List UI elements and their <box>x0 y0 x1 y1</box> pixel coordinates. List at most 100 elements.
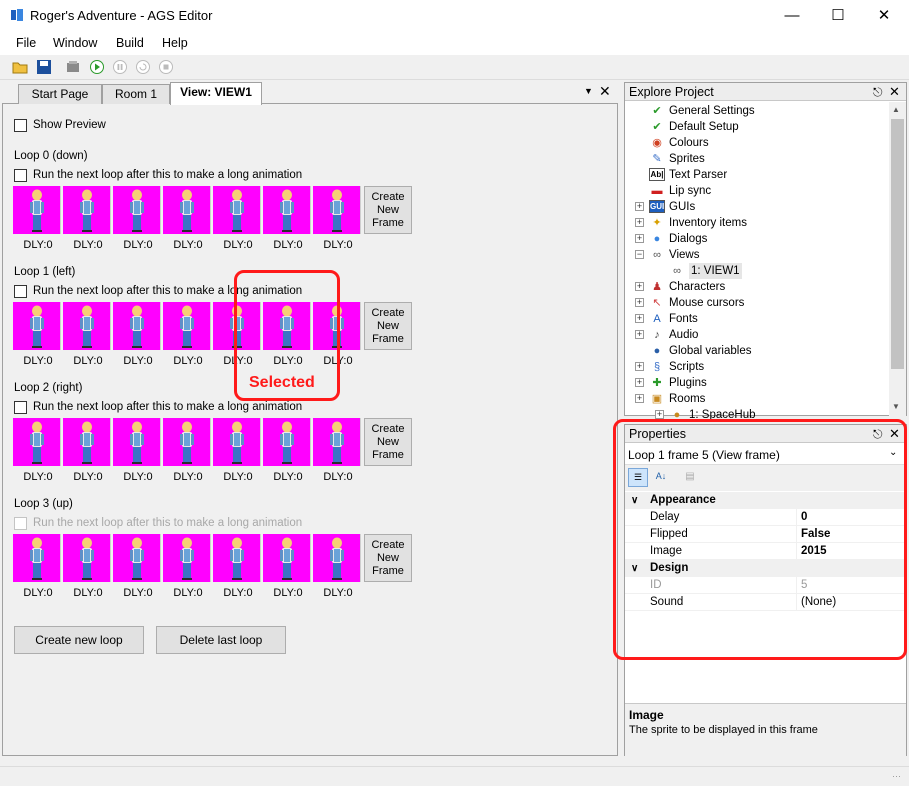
pause-icon <box>113 60 127 74</box>
tree-item[interactable]: + ♪ Audio <box>625 327 890 343</box>
run-icon[interactable] <box>88 58 106 76</box>
show-preview-checkbox[interactable] <box>14 119 27 132</box>
frame-sprite[interactable] <box>263 186 311 234</box>
tab-start-page[interactable]: Start Page <box>18 84 102 104</box>
tree-item[interactable]: + ✦ Inventory items <box>625 215 890 231</box>
frame-delay-label: DLY:0 <box>73 355 103 367</box>
tree-item[interactable]: + ● Dialogs <box>625 231 890 247</box>
frame-sprite[interactable] <box>163 302 211 350</box>
tree-item[interactable]: Ab| Text Parser <box>625 167 890 183</box>
help-text: The sprite to be displayed in this frame <box>629 724 818 736</box>
frame-sprite[interactable] <box>113 534 161 582</box>
tree-item[interactable]: ◉ Colours <box>625 135 890 151</box>
frame-sprite[interactable] <box>313 534 361 582</box>
frame-delay-label: DLY:0 <box>123 355 153 367</box>
create-new-frame-button[interactable]: Create New Frame <box>364 418 412 466</box>
run-next-loop-checkbox[interactable] <box>14 169 27 182</box>
tree-item[interactable]: + § Scripts <box>625 359 890 375</box>
open-folder-icon[interactable] <box>11 58 29 76</box>
create-new-loop-button[interactable]: Create new loop <box>14 626 144 654</box>
create-new-frame-button[interactable]: Create New Frame <box>364 534 412 582</box>
resize-grip-icon[interactable]: ⋯ <box>892 771 901 782</box>
expand-icon[interactable]: + <box>635 234 644 243</box>
check-icon: ✔ <box>652 121 662 133</box>
create-new-frame-button[interactable]: Create New Frame <box>364 186 412 234</box>
collapse-icon[interactable]: − <box>635 250 644 259</box>
create-new-frame-label: Create <box>371 191 405 203</box>
frame-sprite[interactable] <box>313 186 361 234</box>
explore-scrollbar[interactable]: ▲ ▼ <box>889 102 906 416</box>
frame-sprite[interactable] <box>63 302 111 350</box>
frame-sprite[interactable] <box>163 418 211 466</box>
expand-icon[interactable]: + <box>635 362 644 371</box>
menu-window[interactable]: Window <box>53 36 97 50</box>
menu-bar: File Window Build Help <box>0 31 909 55</box>
frame-sprite[interactable] <box>163 186 211 234</box>
tree-item[interactable]: ● Global variables <box>625 343 890 359</box>
frame-sprite[interactable] <box>263 534 311 582</box>
frame-sprite[interactable] <box>113 302 161 350</box>
tree-item[interactable]: − ∞ Views <box>625 247 890 263</box>
expand-icon[interactable]: + <box>655 410 664 419</box>
close-window-button[interactable]: ✕ <box>861 0 907 31</box>
frame-sprite[interactable] <box>263 418 311 466</box>
tree-item[interactable]: + A Fonts <box>625 311 890 327</box>
frame-sprite[interactable] <box>213 186 261 234</box>
frame-sprite[interactable] <box>13 534 61 582</box>
frame-sprite[interactable] <box>163 534 211 582</box>
create-new-frame-button[interactable]: Create New Frame <box>364 302 412 350</box>
frame-sprite[interactable] <box>13 186 61 234</box>
tab-room-1[interactable]: Room 1 <box>102 84 170 104</box>
menu-build[interactable]: Build <box>116 36 144 50</box>
tree-item-label: Scripts <box>669 361 705 373</box>
save-icon[interactable] <box>35 58 53 76</box>
tree-item[interactable]: + ✚ Plugins <box>625 375 890 391</box>
scroll-down-icon[interactable]: ▼ <box>892 402 900 411</box>
tree-item[interactable]: ✔ Default Setup <box>625 119 890 135</box>
expand-icon[interactable]: + <box>635 282 644 291</box>
run-next-loop-checkbox[interactable] <box>14 401 27 414</box>
frame-sprite[interactable] <box>63 186 111 234</box>
tree-item[interactable]: + GUI GUIs <box>625 199 890 215</box>
close-tab-icon[interactable]: ✕ <box>599 83 611 100</box>
expand-icon[interactable]: + <box>635 330 644 339</box>
frame-sprite[interactable] <box>113 418 161 466</box>
menu-file[interactable]: File <box>16 36 36 50</box>
tree-item[interactable]: ∞ 1: VIEW1 <box>625 263 890 279</box>
scroll-thumb[interactable] <box>891 119 904 369</box>
maximize-button[interactable]: ☐ <box>815 0 861 31</box>
tree-item[interactable]: ✔ General Settings <box>625 103 890 119</box>
expand-icon[interactable]: + <box>635 314 644 323</box>
frame-sprite[interactable] <box>213 534 261 582</box>
frame-sprite[interactable] <box>13 302 61 350</box>
build-icon[interactable] <box>64 58 82 76</box>
tree-item[interactable]: + ♟ Characters <box>625 279 890 295</box>
frame-sprite[interactable] <box>113 186 161 234</box>
close-explore-icon[interactable]: ✕ <box>889 83 900 101</box>
tab-list-icon[interactable]: ▼ <box>584 86 593 96</box>
expand-icon[interactable]: + <box>635 298 644 307</box>
run-next-loop-checkbox[interactable] <box>14 285 27 298</box>
expand-icon[interactable]: + <box>635 218 644 227</box>
tree-item[interactable]: + ▣ Rooms <box>625 391 890 407</box>
expand-icon[interactable]: + <box>635 202 644 211</box>
frame-sprite[interactable] <box>313 418 361 466</box>
frame-sprite[interactable] <box>63 418 111 466</box>
expand-icon[interactable]: + <box>635 394 644 403</box>
frame-sprite[interactable] <box>213 418 261 466</box>
frame-sprite[interactable] <box>13 418 61 466</box>
app-icon <box>11 9 23 21</box>
delete-last-loop-button[interactable]: Delete last loop <box>156 626 286 654</box>
expand-icon[interactable]: + <box>635 378 644 387</box>
minimize-button[interactable]: — <box>769 0 815 31</box>
frame-delay-label: DLY:0 <box>223 239 253 251</box>
tree-item[interactable]: ▬ Lip sync <box>625 183 890 199</box>
tree-item[interactable]: ✎ Sprites <box>625 151 890 167</box>
tree-item[interactable]: + ↖ Mouse cursors <box>625 295 890 311</box>
menu-help[interactable]: Help <box>162 36 188 50</box>
frame-delay-label: DLY:0 <box>273 239 303 251</box>
scroll-up-icon[interactable]: ▲ <box>892 105 900 114</box>
frame-sprite[interactable] <box>63 534 111 582</box>
tab-view-view1[interactable]: View: VIEW1 <box>170 82 262 105</box>
pin-icon[interactable]: ⎋ <box>873 83 883 101</box>
